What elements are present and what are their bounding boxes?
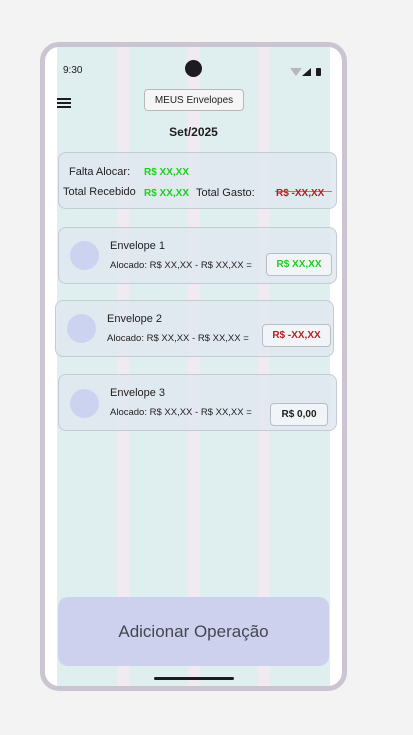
system-icons xyxy=(290,68,326,78)
total-recebido-label: Total Recebido xyxy=(63,186,136,198)
strikethrough-line xyxy=(275,191,332,192)
falta-alocar-value: R$ XX,XX xyxy=(144,167,190,178)
envelope-name: Envelope 2 xyxy=(107,313,163,325)
home-indicator[interactable] xyxy=(154,677,234,680)
envelope-balance: R$ XX,XX xyxy=(266,253,332,276)
envelope-card[interactable]: Envelope 1 Alocado: R$ XX,XX - R$ XX,XX … xyxy=(58,227,337,284)
envelope-allocation: Alocado: R$ XX,XX - R$ XX,XX = xyxy=(107,333,249,344)
wifi-icon xyxy=(290,68,302,76)
add-operation-button[interactable]: Adicionar Operação xyxy=(58,597,329,666)
title-button[interactable]: MEUS Envelopes xyxy=(144,89,244,111)
envelope-name: Envelope 1 xyxy=(110,240,166,252)
battery-icon xyxy=(316,68,321,76)
app-screen: 9:30 MEUS Envelopes Set/2025 Falta Aloca… xyxy=(45,47,342,686)
status-time: 9:30 xyxy=(63,65,83,76)
envelope-allocation: Alocado: R$ XX,XX - R$ XX,XX = xyxy=(110,407,252,418)
envelope-allocation: Alocado: R$ XX,XX - R$ XX,XX = xyxy=(110,260,252,271)
camera-icon xyxy=(185,60,202,77)
total-gasto-value: R$ -XX,XX xyxy=(276,188,325,199)
layout-gutter xyxy=(258,47,270,686)
envelope-balance: R$ 0,00 xyxy=(270,403,328,426)
layout-column xyxy=(57,47,117,686)
envelope-avatar xyxy=(67,314,96,343)
layout-column xyxy=(200,47,260,686)
total-recebido-value: R$ XX,XX xyxy=(144,188,190,199)
layout-column xyxy=(270,47,330,686)
layout-gutter xyxy=(188,47,200,686)
signal-icon xyxy=(302,68,311,76)
summary-card: Falta Alocar: R$ XX,XX Total Recebido R$… xyxy=(58,152,337,209)
layout-gutter xyxy=(117,47,129,686)
envelope-card[interactable]: Envelope 2 Alocado: R$ XX,XX - R$ XX,XX … xyxy=(55,300,334,357)
envelope-balance: R$ -XX,XX xyxy=(262,324,331,347)
envelope-card[interactable]: Envelope 3 Alocado: R$ XX,XX - R$ XX,XX … xyxy=(58,374,337,431)
month-title: Set/2025 xyxy=(169,125,218,139)
phone-frame: 9:30 MEUS Envelopes Set/2025 Falta Aloca… xyxy=(40,42,347,691)
envelope-avatar xyxy=(70,241,99,270)
falta-alocar-label: Falta Alocar: xyxy=(69,166,131,178)
envelope-name: Envelope 3 xyxy=(110,387,166,399)
total-gasto-label: Total Gasto: xyxy=(196,187,255,199)
menu-icon[interactable] xyxy=(57,97,71,108)
envelope-avatar xyxy=(70,389,99,418)
layout-column xyxy=(129,47,189,686)
